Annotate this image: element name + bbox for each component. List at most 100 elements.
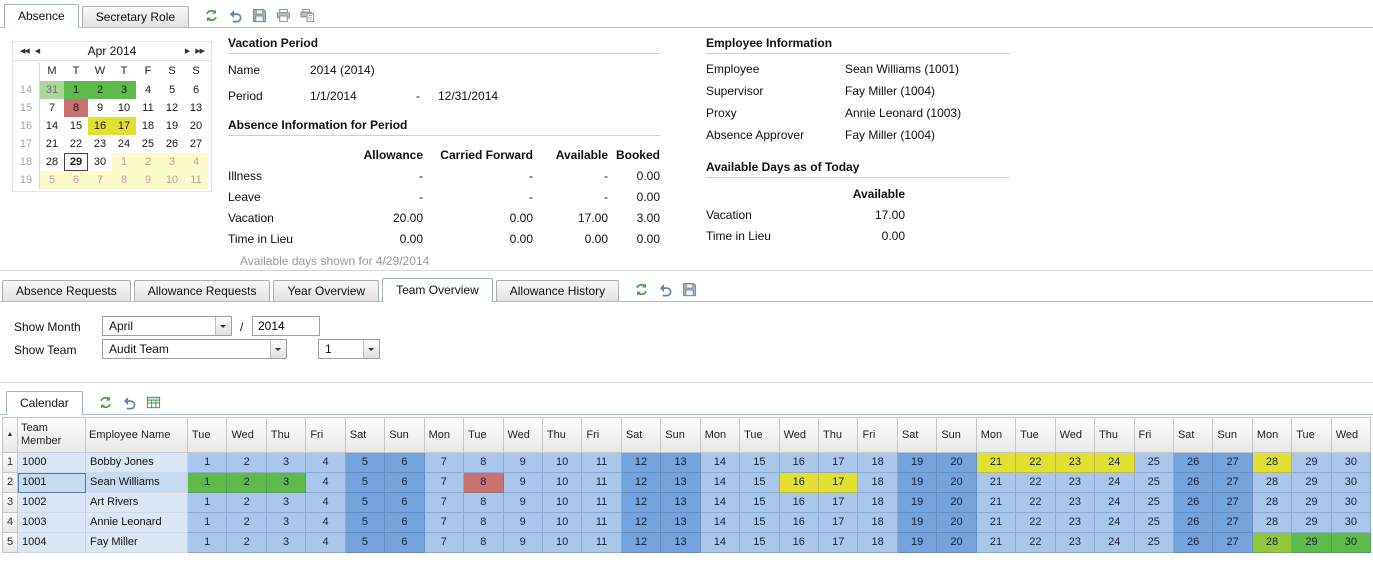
day-cell[interactable]: 17 [819, 493, 858, 513]
calendar-day[interactable]: 11 [184, 171, 208, 189]
day-cell[interactable]: 15 [740, 493, 779, 513]
chevron-down-icon[interactable] [270, 340, 286, 358]
chevron-down-icon[interactable] [215, 317, 231, 335]
day-cell[interactable]: 24 [1095, 513, 1134, 533]
day-cell[interactable]: 17 [819, 473, 858, 493]
row-number[interactable]: 5 [3, 533, 18, 553]
team-unit-select[interactable]: 1 [318, 339, 380, 359]
day-cell[interactable]: 29 [1292, 493, 1331, 513]
day-cell[interactable]: 23 [1056, 493, 1095, 513]
chevron-down-icon[interactable] [363, 340, 379, 358]
day-cell[interactable]: 15 [740, 453, 779, 473]
calendar-day[interactable]: 10 [160, 171, 184, 189]
day-cell[interactable]: 12 [622, 473, 661, 493]
employee-name-cell[interactable]: Bobby Jones [86, 453, 188, 473]
day-cell[interactable]: 2 [227, 453, 266, 473]
calendar-day[interactable]: 18 [136, 117, 160, 135]
day-cell[interactable]: 29 [1292, 473, 1331, 493]
day-cell[interactable]: 26 [1174, 473, 1213, 493]
tab-absence[interactable]: Absence [4, 4, 79, 28]
day-cell[interactable]: 12 [622, 493, 661, 513]
day-cell[interactable]: 13 [661, 453, 700, 473]
calendar-day[interactable]: 22 [64, 135, 88, 153]
day-cell[interactable]: 25 [1135, 453, 1174, 473]
day-cell[interactable]: 21 [977, 493, 1016, 513]
calendar-day[interactable]: 1 [112, 153, 136, 171]
day-cell[interactable]: 8 [464, 513, 503, 533]
row-number[interactable]: 3 [3, 493, 18, 513]
day-cell[interactable]: 14 [701, 473, 740, 493]
calendar-day[interactable]: 6 [184, 81, 208, 99]
day-cell[interactable]: 17 [819, 533, 858, 553]
day-cell[interactable]: 14 [701, 513, 740, 533]
day-cell[interactable]: 7 [425, 513, 464, 533]
day-cell[interactable]: 29 [1292, 513, 1331, 533]
day-cell[interactable]: 29 [1292, 533, 1331, 553]
day-cell[interactable]: 30 [1332, 453, 1371, 473]
calendar-day[interactable]: 7 [40, 99, 64, 117]
calendar-day[interactable]: 25 [136, 135, 160, 153]
day-cell[interactable]: 5 [346, 453, 385, 473]
day-cell[interactable]: 19 [898, 533, 937, 553]
print-preview-icon[interactable] [300, 8, 315, 23]
day-cell[interactable]: 27 [1213, 533, 1252, 553]
day-cell[interactable]: 1 [188, 513, 227, 533]
day-cell[interactable]: 27 [1213, 493, 1252, 513]
day-cell[interactable]: 3 [267, 493, 306, 513]
day-cell[interactable]: 26 [1174, 513, 1213, 533]
month-select[interactable]: April [102, 316, 232, 336]
calendar-day[interactable]: 9 [136, 171, 160, 189]
refresh-icon[interactable] [204, 8, 219, 23]
day-cell[interactable]: 23 [1056, 513, 1095, 533]
calendar-day[interactable]: 8 [64, 99, 88, 117]
day-cell[interactable]: 27 [1213, 473, 1252, 493]
day-cell[interactable]: 18 [858, 493, 897, 513]
tab-allowance-requests[interactable]: Allowance Requests [134, 280, 271, 301]
employee-name-cell[interactable]: Sean Williams [86, 473, 188, 493]
calendar-day[interactable]: 6 [64, 171, 88, 189]
day-cell[interactable]: 30 [1332, 493, 1371, 513]
day-cell[interactable]: 18 [858, 513, 897, 533]
calendar-last-icon[interactable]: ▶▶ [192, 47, 207, 55]
sort-ascending-indicator[interactable]: ▲ [3, 418, 18, 453]
day-cell[interactable]: 15 [740, 513, 779, 533]
day-cell[interactable]: 8 [464, 453, 503, 473]
day-cell[interactable]: 19 [898, 493, 937, 513]
day-cell[interactable]: 16 [780, 473, 819, 493]
employee-name-cell[interactable]: Fay Miller [86, 533, 188, 553]
undo-icon[interactable] [122, 395, 137, 410]
tab-secretary-role[interactable]: Secretary Role [82, 6, 189, 27]
day-cell[interactable]: 9 [504, 493, 543, 513]
day-cell[interactable]: 25 [1135, 493, 1174, 513]
day-cell[interactable]: 22 [1016, 513, 1055, 533]
day-cell[interactable]: 11 [582, 453, 621, 473]
column-header-employee-name[interactable]: Employee Name [86, 418, 188, 453]
calendar-day[interactable]: 29 [64, 153, 88, 171]
undo-icon[interactable] [228, 8, 243, 23]
day-cell[interactable]: 8 [464, 473, 503, 493]
row-number[interactable]: 1 [3, 453, 18, 473]
save-icon[interactable] [682, 282, 697, 297]
day-cell[interactable]: 21 [977, 453, 1016, 473]
day-cell[interactable]: 22 [1016, 473, 1055, 493]
calendar-day[interactable]: 17 [112, 117, 136, 135]
day-cell[interactable]: 4 [306, 513, 345, 533]
day-cell[interactable]: 8 [464, 493, 503, 513]
day-cell[interactable]: 17 [819, 453, 858, 473]
print-icon[interactable] [276, 8, 291, 23]
day-cell[interactable]: 16 [780, 533, 819, 553]
day-cell[interactable]: 11 [582, 513, 621, 533]
day-cell[interactable]: 12 [622, 533, 661, 553]
day-cell[interactable]: 19 [898, 513, 937, 533]
calendar-day[interactable]: 31 [40, 81, 64, 99]
calendar-day[interactable]: 7 [88, 171, 112, 189]
day-cell[interactable]: 21 [977, 473, 1016, 493]
day-cell[interactable]: 10 [543, 513, 582, 533]
calendar-prev-icon[interactable]: ◀ [32, 47, 42, 55]
tab-year-overview[interactable]: Year Overview [273, 280, 379, 301]
day-cell[interactable]: 3 [267, 513, 306, 533]
day-cell[interactable]: 2 [227, 513, 266, 533]
day-cell[interactable]: 30 [1332, 533, 1371, 553]
day-cell[interactable]: 26 [1174, 493, 1213, 513]
calendar-day[interactable]: 26 [160, 135, 184, 153]
